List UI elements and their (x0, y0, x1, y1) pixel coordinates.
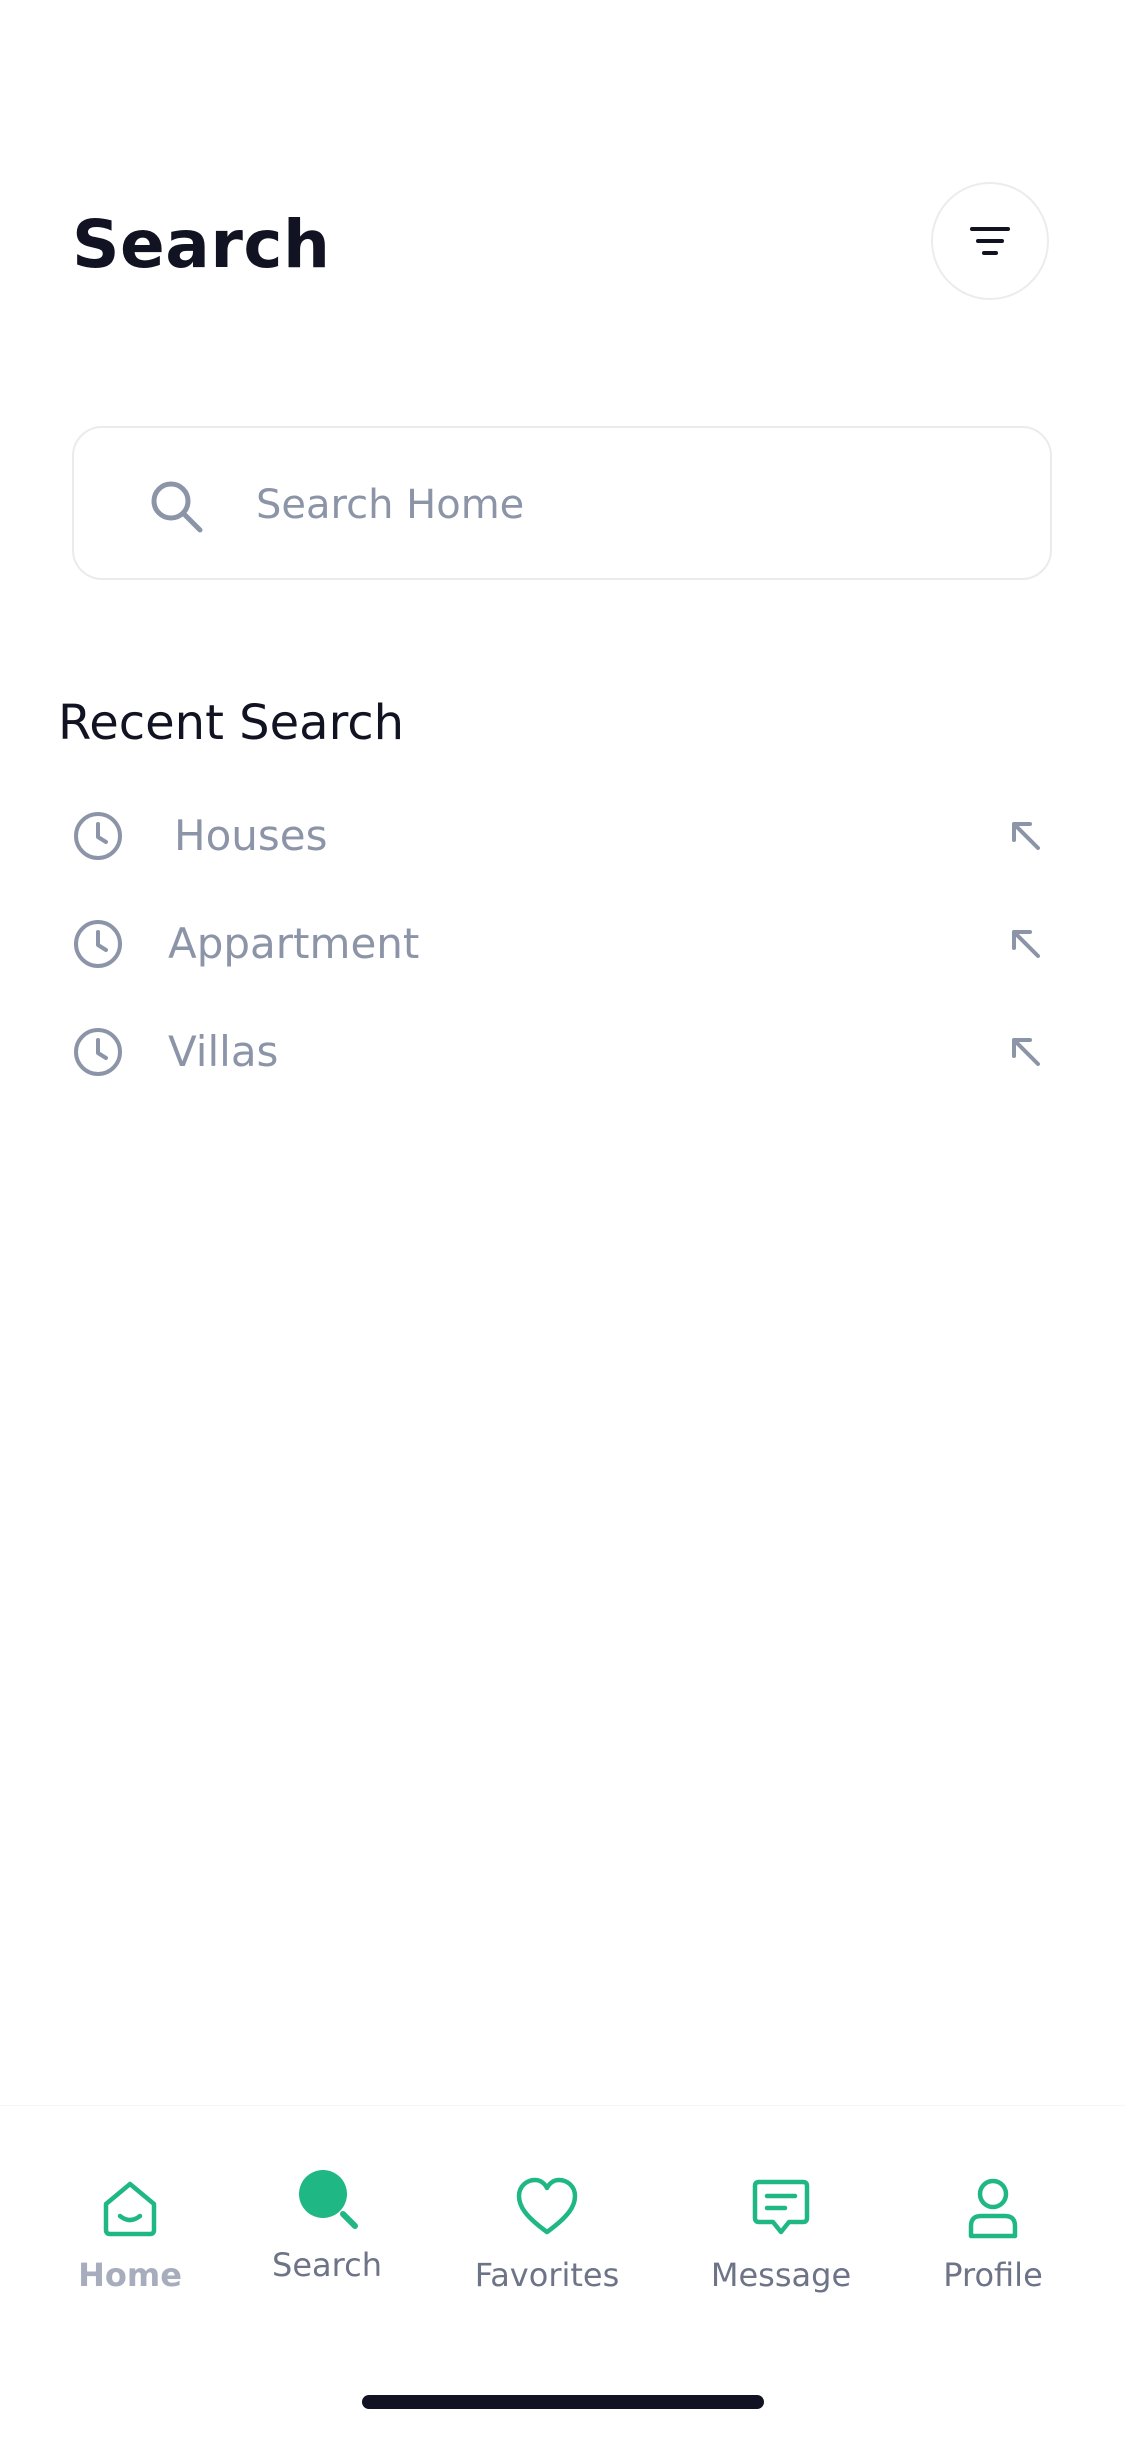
recent-search-label: Houses (174, 811, 328, 860)
page-title: Search (72, 206, 331, 283)
search-field[interactable] (72, 426, 1052, 580)
tab-label: Message (710, 2256, 852, 2294)
tab-home[interactable]: Home (45, 2176, 215, 2294)
arrow-up-left-icon[interactable] (1008, 818, 1044, 854)
heart-icon (516, 2177, 578, 2235)
filter-lines-icon (970, 227, 1010, 255)
clock-icon (74, 920, 122, 968)
tab-search[interactable]: Search (242, 2166, 412, 2284)
tab-label: Home (78, 2256, 182, 2294)
tab-message[interactable]: Message (696, 2176, 866, 2294)
clock-icon (74, 1028, 122, 1076)
recent-search-item[interactable]: Houses (58, 796, 1048, 876)
recent-search-item[interactable]: Villas (58, 1012, 1048, 1092)
tab-label: Profile (943, 2256, 1043, 2294)
recent-search-item[interactable]: Appartment (58, 904, 1048, 984)
tab-label: Search (272, 2246, 382, 2284)
arrow-up-left-icon[interactable] (1008, 1034, 1044, 1070)
tab-favorites[interactable]: Favorites (462, 2176, 632, 2294)
search-screen: Search Recent Search Houses Appar (0, 0, 1125, 2437)
clock-icon (74, 812, 122, 860)
filter-button[interactable] (931, 182, 1049, 300)
recent-search-label: Appartment (168, 919, 420, 968)
home-indicator[interactable] (362, 2395, 764, 2409)
user-icon (968, 2178, 1018, 2239)
bottom-tab-bar: Home Search Favorites Message Profile (0, 2105, 1125, 2437)
search-icon (299, 2170, 358, 2229)
recent-search-label: Villas (168, 1027, 279, 1076)
search-icon (151, 481, 203, 533)
arrow-up-left-icon[interactable] (1008, 926, 1044, 962)
search-input[interactable] (254, 468, 1018, 542)
tab-label: Favorites (474, 2256, 620, 2294)
message-icon (752, 2179, 810, 2235)
home-icon (103, 2181, 157, 2237)
tab-profile[interactable]: Profile (908, 2176, 1078, 2294)
recent-search-title: Recent Search (58, 695, 405, 751)
